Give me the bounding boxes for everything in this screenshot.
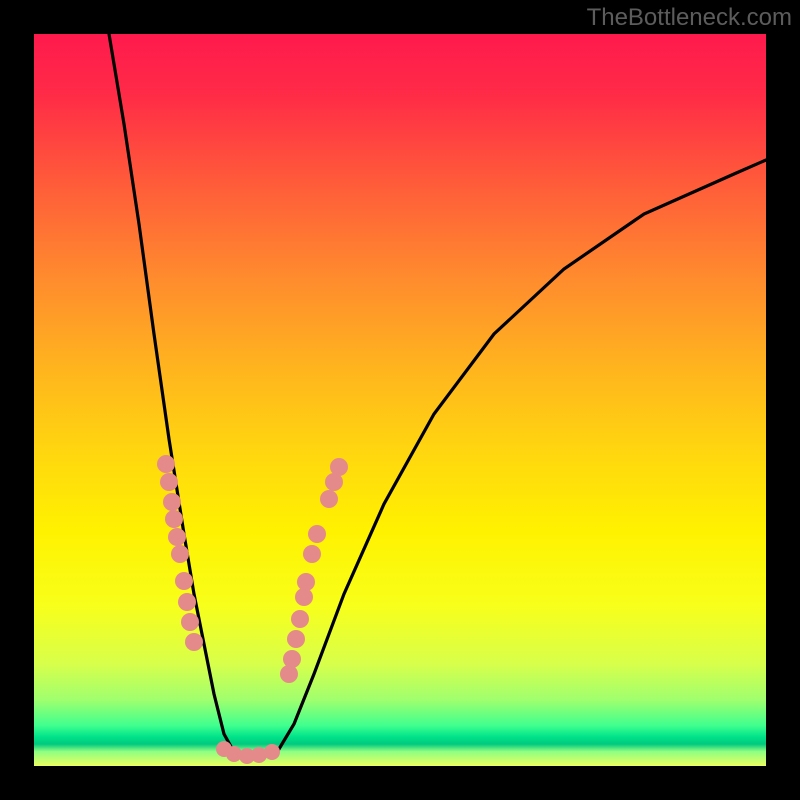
data-dot <box>175 572 193 590</box>
data-dot <box>330 458 348 476</box>
data-dot <box>163 493 181 511</box>
data-dot <box>297 573 315 591</box>
data-dot <box>157 455 175 473</box>
chart-frame: TheBottleneck.com <box>0 0 800 800</box>
data-dot <box>264 744 280 760</box>
data-dot <box>303 545 321 563</box>
data-dot <box>308 525 326 543</box>
data-dot <box>171 545 189 563</box>
data-dot <box>280 665 298 683</box>
data-dot <box>181 613 199 631</box>
v-curve <box>109 34 766 756</box>
data-dot <box>291 610 309 628</box>
data-dot <box>185 633 203 651</box>
chart-svg <box>34 34 766 766</box>
data-dot <box>168 528 186 546</box>
watermark-text: TheBottleneck.com <box>587 4 792 32</box>
plot-area <box>34 34 766 766</box>
data-dot <box>287 630 305 648</box>
data-dot <box>178 593 196 611</box>
data-dot <box>160 473 178 491</box>
data-dot <box>283 650 301 668</box>
data-dot <box>320 490 338 508</box>
curve-group <box>109 34 766 756</box>
data-dot <box>165 510 183 528</box>
scatter-group <box>157 455 348 764</box>
